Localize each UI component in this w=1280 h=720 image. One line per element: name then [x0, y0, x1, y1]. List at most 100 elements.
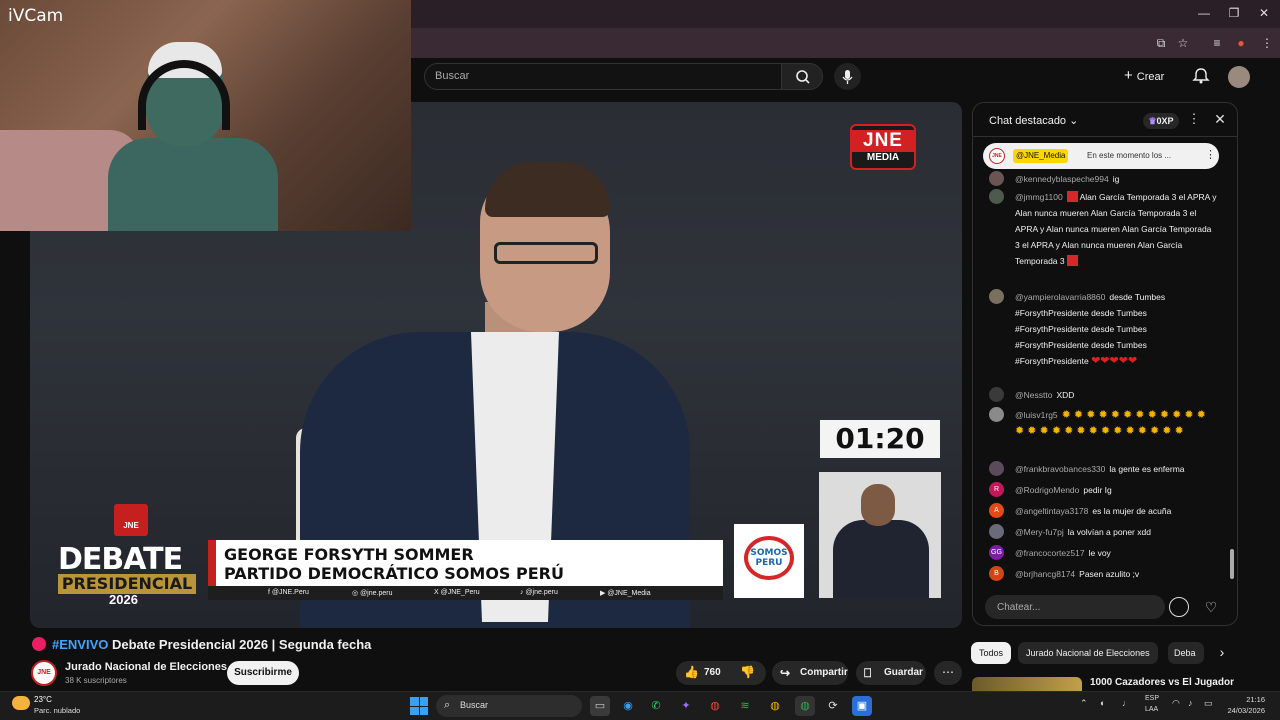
cast-icon[interactable]: ⧉ [1152, 34, 1170, 52]
edge-icon[interactable]: ◉ [618, 696, 638, 716]
chat-username[interactable]: @jmmg1100 [1015, 192, 1063, 202]
browser-menu-icon[interactable]: ⋮ [1258, 34, 1276, 52]
chevron-right-icon[interactable]: › [1212, 644, 1232, 664]
recommended-title[interactable]: 1000 Cazadores vs El Jugador [1090, 677, 1234, 688]
wifi-icon[interactable]: ◠ [1172, 698, 1180, 709]
user-avatar[interactable] [989, 387, 1004, 402]
account-avatar[interactable] [1228, 66, 1250, 88]
clock-date[interactable]: 24/03/2026 [1218, 706, 1265, 715]
save-button[interactable]: ⎕ Guardar [856, 661, 926, 685]
profile-extension-icon[interactable]: ● [1232, 34, 1250, 52]
search-input[interactable]: Buscar [424, 63, 782, 90]
url-field[interactable] [410, 30, 1140, 54]
chevron-down-icon: ⌄ [1069, 115, 1079, 127]
whatsapp-icon[interactable]: ✆ [646, 696, 666, 716]
minimize-icon[interactable]: — [1192, 4, 1216, 22]
close-icon[interactable]: ✕ [1211, 111, 1229, 129]
chat-input[interactable] [985, 595, 1165, 619]
app-blue-icon[interactable]: ▣ [852, 696, 872, 716]
tray-overflow-icon[interactable]: ⌃ [1080, 698, 1088, 709]
heart-icon[interactable]: ♡ [1201, 597, 1221, 617]
copilot-icon[interactable]: ✦ [676, 696, 696, 716]
clock-time[interactable]: 21:16 [1225, 695, 1265, 704]
user-avatar[interactable]: A [989, 503, 1004, 518]
social-handle: ▶ @JNE_Media [600, 590, 651, 597]
user-avatar[interactable] [989, 461, 1004, 476]
channel-name[interactable]: Jurado Nacional de Elecciones [65, 661, 227, 673]
chat-text: ig [1112, 174, 1120, 184]
chat-mode-dropdown[interactable]: Chat destacado ⌄ [989, 114, 1078, 127]
chat-username[interactable]: @francocortez517 [1015, 548, 1085, 558]
microphone-button[interactable] [834, 63, 861, 90]
tray-app-icon[interactable]: ◐ [1100, 698, 1105, 708]
user-avatar[interactable] [989, 407, 1004, 422]
user-avatar[interactable] [989, 189, 1004, 204]
chip-channel[interactable]: Jurado Nacional de Elecciones [1018, 642, 1158, 664]
restore-icon[interactable]: ❐ [1222, 4, 1246, 22]
reading-list-icon[interactable]: ≡ [1208, 34, 1226, 52]
jne-media-logo: JNE MEDIA [850, 124, 916, 170]
weather-icon[interactable] [12, 696, 30, 710]
pinned-menu-icon[interactable]: ⋮ [1205, 148, 1216, 161]
spotify-icon[interactable]: ≋ [735, 696, 755, 716]
taskbar-search[interactable]: ⌕ Buscar [436, 695, 582, 717]
plus-icon: + [1124, 67, 1133, 84]
chat-username[interactable]: @angeltintaya3178 [1015, 506, 1088, 516]
notifications-button[interactable] [1191, 66, 1211, 86]
chat-username[interactable]: @luisv1rg5 [1015, 410, 1058, 420]
lower-third-nameplate: GEORGE FORSYTH SOMMER PARTIDO DEMOCRÁTIC… [208, 540, 723, 586]
title-hashtag[interactable]: #ENVIVO [52, 637, 108, 652]
thumbs-up-icon[interactable]: 👍 [684, 665, 699, 679]
share-button[interactable]: ↪ Compartir [772, 661, 848, 685]
user-avatar[interactable]: R [989, 482, 1004, 497]
user-avatar[interactable]: GG [989, 545, 1004, 560]
subscribe-button[interactable]: Suscribirme [227, 661, 299, 685]
keyboard-layout[interactable]: LAA [1145, 706, 1158, 713]
chat-scrollbar[interactable] [1229, 139, 1235, 589]
xp-badge[interactable]: ♛0XP [1143, 113, 1179, 129]
task-view-icon[interactable]: ▭ [590, 696, 610, 716]
chrome-active-icon[interactable]: ◍ [795, 696, 815, 716]
chat-username[interactable]: @brjhancg8174 [1015, 569, 1075, 579]
chat-username[interactable]: @RodrigoMendo [1015, 485, 1079, 495]
microphone-tray-icon[interactable]: ♩ [1122, 698, 1131, 708]
scroll-thumb[interactable] [1230, 549, 1234, 579]
chat-username[interactable]: @Nesstto [1015, 390, 1052, 400]
recommended-thumbnail[interactable] [972, 677, 1082, 691]
keyboard-language[interactable]: ESP [1145, 695, 1159, 702]
chat-more-icon[interactable]: ⋮ [1187, 111, 1201, 129]
chrome-profile-icon[interactable]: ◍ [765, 696, 785, 716]
close-window-icon[interactable]: ✕ [1252, 4, 1276, 22]
chrome-icon[interactable]: ◍ [705, 696, 725, 716]
more-actions-icon[interactable]: ⋯ [934, 661, 962, 685]
search-button[interactable] [781, 63, 823, 90]
user-avatar[interactable] [989, 289, 1004, 304]
social-handle: ◎ @jne.peru [352, 590, 393, 597]
battery-icon[interactable]: ▭ [1204, 698, 1213, 709]
pinned-message[interactable]: JNE @JNE_Media En este momento los ... ⋮ [983, 143, 1219, 169]
user-avatar[interactable]: B [989, 566, 1004, 581]
create-button[interactable]: + Crear [1124, 64, 1176, 88]
chat-username[interactable]: @frankbravobances330 [1015, 464, 1105, 474]
bookmark-star-icon[interactable]: ☆ [1174, 34, 1192, 52]
thumbs-down-icon[interactable]: 👎 [740, 665, 755, 679]
chat-username[interactable]: @kennedyblaspeche994 [1015, 174, 1109, 184]
emoji-icon[interactable] [1169, 597, 1189, 617]
chat-username[interactable]: @Mery-fu7pj [1015, 527, 1064, 537]
candidate-name: GEORGE FORSYTH SOMMER [224, 545, 474, 564]
video-title: #ENVIVO Debate Presidencial 2026 | Segun… [52, 637, 371, 652]
microphone-icon [842, 70, 853, 84]
pinned-text: En este momento los ... [1087, 151, 1172, 160]
chat-username[interactable]: @yampierolavarria8860 [1015, 292, 1105, 302]
weather-temperature[interactable]: 23°C [34, 695, 52, 704]
volume-icon[interactable]: ♪ [1188, 698, 1193, 708]
user-avatar[interactable] [989, 524, 1004, 539]
app-icon[interactable]: ⟳ [823, 696, 843, 716]
chip-debate[interactable]: Deba [1168, 642, 1204, 664]
weather-description[interactable]: Parc. nublado [34, 706, 80, 715]
chat-input-box[interactable] [985, 595, 1165, 619]
channel-avatar[interactable]: JNE [31, 660, 57, 686]
chip-todos[interactable]: Todos [971, 642, 1012, 664]
user-avatar[interactable] [989, 171, 1004, 186]
windows-start-icon[interactable] [410, 697, 428, 715]
